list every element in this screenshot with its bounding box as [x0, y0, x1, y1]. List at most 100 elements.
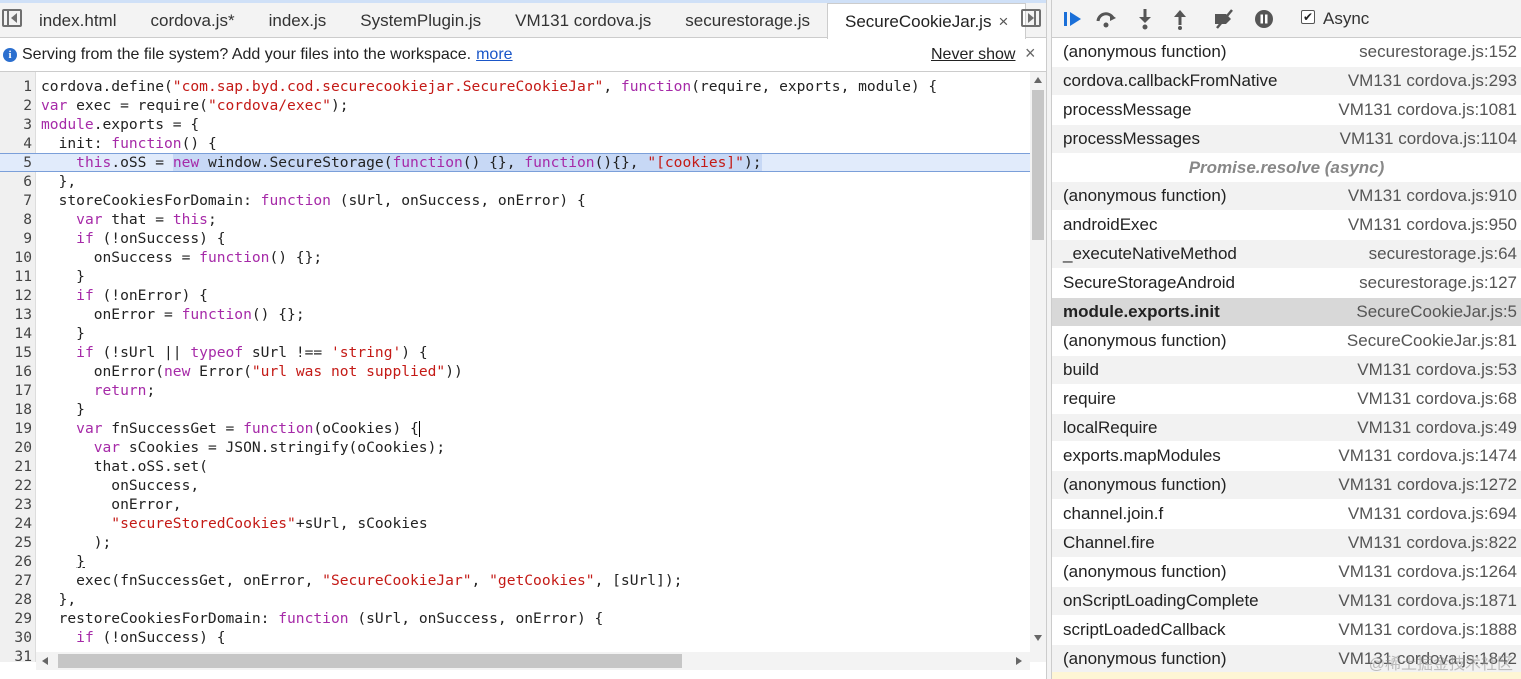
scroll-right-icon[interactable] — [1016, 657, 1022, 665]
more-link[interactable]: more — [476, 46, 512, 63]
line-number[interactable]: 23 — [0, 495, 32, 514]
line-number[interactable]: 30 — [0, 628, 32, 647]
frame-location[interactable]: VM131 cordova.js:1272 — [1338, 471, 1517, 500]
call-frame[interactable]: require VM131 cordova.js:68 — [1052, 385, 1521, 414]
code-line[interactable]: 22 onSuccess, — [0, 476, 1030, 495]
frame-location[interactable]: SecureCookieJar.js:81 — [1347, 327, 1517, 356]
call-frame[interactable]: channel.join.f VM131 cordova.js:694 — [1052, 500, 1521, 530]
call-frame[interactable]: SecureStorageAndroid securestorage.js:127 — [1052, 269, 1521, 299]
line-number[interactable]: 25 — [0, 533, 32, 552]
tab-0[interactable]: index.html — [22, 3, 133, 38]
call-frame[interactable]: (anonymous function) VM131 cordova.js:910 — [1052, 182, 1521, 212]
line-number[interactable]: 1 — [0, 77, 32, 96]
code-line[interactable]: 30 if (!onSuccess) { — [0, 628, 1030, 647]
code-line[interactable]: 16 onError(new Error("url was not suppli… — [0, 362, 1030, 381]
line-number[interactable]: 22 — [0, 476, 32, 495]
line-number[interactable]: 17 — [0, 381, 32, 400]
frame-location[interactable]: VM131 cordova.js:1104 — [1340, 125, 1517, 154]
code-line[interactable]: 10 onSuccess = function() {}; — [0, 248, 1030, 267]
code-line[interactable]: 14 } — [0, 324, 1030, 343]
line-number[interactable]: 20 — [0, 438, 32, 457]
step-into-icon[interactable] — [1134, 8, 1156, 30]
scroll-down-icon[interactable] — [1034, 635, 1042, 641]
line-number[interactable]: 3 — [0, 115, 32, 134]
code-line[interactable]: 3 module.exports = { — [0, 115, 1030, 134]
line-number[interactable]: 26 — [0, 552, 32, 571]
code-line[interactable]: 2 var exec = require("cordova/exec"); — [0, 96, 1030, 115]
call-frame[interactable]: (anonymous function) VM131 cordova.js:127… — [1052, 471, 1521, 501]
call-frame[interactable]: androidExec VM131 cordova.js:950 — [1052, 211, 1521, 241]
code-line[interactable]: 17 return; — [0, 381, 1030, 400]
call-frame[interactable]: (anonymous function) SecureCookieJar.js:8… — [1052, 327, 1521, 356]
line-number[interactable]: 13 — [0, 305, 32, 324]
async-checkbox[interactable]: ✔ — [1301, 10, 1315, 24]
line-number[interactable]: 18 — [0, 400, 32, 419]
line-number[interactable]: 12 — [0, 286, 32, 305]
horizontal-scrollbar[interactable] — [36, 652, 1030, 670]
frame-location[interactable]: VM131 cordova.js:1474 — [1338, 442, 1517, 471]
step-over-icon[interactable] — [1095, 8, 1117, 30]
line-number[interactable]: 9 — [0, 229, 32, 248]
never-show-link[interactable]: Never show — [931, 46, 1015, 64]
hscroll-thumb[interactable] — [58, 654, 682, 668]
frame-location[interactable]: VM131 cordova.js:910 — [1348, 182, 1517, 211]
frame-location[interactable]: securestorage.js:127 — [1359, 269, 1517, 298]
code-line[interactable]: 6 }, — [0, 172, 1030, 191]
scroll-up-icon[interactable] — [1034, 77, 1042, 83]
frame-location[interactable]: VM131 cordova.js:1081 — [1338, 96, 1517, 125]
line-number[interactable]: 6 — [0, 172, 32, 191]
code-line[interactable]: 13 onError = function() {}; — [0, 305, 1030, 324]
frame-location[interactable]: VM131 cordova.js:694 — [1348, 500, 1517, 529]
code-line[interactable]: 25 ); — [0, 533, 1030, 552]
frame-location[interactable]: VM131 cordova.js:49 — [1357, 414, 1517, 443]
tab-5[interactable]: securestorage.js — [668, 3, 827, 38]
call-frame[interactable]: scriptLoadedCallback VM131 cordova.js:188… — [1052, 616, 1521, 645]
code-line[interactable]: 28 }, — [0, 590, 1030, 609]
tab-3[interactable]: SystemPlugin.js — [343, 3, 498, 38]
frame-location[interactable]: VM131 cordova.js:68 — [1357, 385, 1517, 414]
frame-location[interactable]: VM131 cordova.js:1264 — [1338, 558, 1517, 587]
scroll-left-icon[interactable] — [42, 657, 48, 665]
line-number[interactable]: 4 — [0, 134, 32, 153]
code-line[interactable]: 12 if (!onError) { — [0, 286, 1030, 305]
code-line[interactable]: 27 exec(fnSuccessGet, onError, "SecureCo… — [0, 571, 1030, 590]
tab-4[interactable]: VM131 cordova.js — [498, 3, 668, 38]
code-line[interactable]: 29 restoreCookiesForDomain: function (sU… — [0, 609, 1030, 628]
code-line[interactable]: 20 var sCookies = JSON.stringify(oCookie… — [0, 438, 1030, 457]
frame-location[interactable]: VM131 cordova.js:53 — [1357, 356, 1517, 385]
line-number[interactable]: 28 — [0, 590, 32, 609]
line-number[interactable]: 5 — [0, 154, 32, 171]
line-number[interactable]: 2 — [0, 96, 32, 115]
code-line[interactable]: 18 } — [0, 400, 1030, 419]
code-line[interactable]: 21 that.oSS.set( — [0, 457, 1030, 476]
frame-location[interactable]: VM131 cordova.js:1871 — [1338, 587, 1517, 616]
call-frame[interactable]: exports.mapModules VM131 cordova.js:1474 — [1052, 442, 1521, 472]
code-line[interactable]: 8 var that = this; — [0, 210, 1030, 229]
line-number[interactable]: 27 — [0, 571, 32, 590]
code-line[interactable]: 26 } — [0, 552, 1030, 571]
call-frame[interactable]: Channel.fire VM131 cordova.js:822 — [1052, 529, 1521, 559]
call-frame[interactable]: localRequire VM131 cordova.js:49 — [1052, 413, 1521, 443]
line-number[interactable]: 19 — [0, 419, 32, 438]
vertical-scrollbar[interactable] — [1030, 72, 1046, 662]
call-frame[interactable]: module.exports.init SecureCookieJar.js:5 — [1052, 298, 1521, 327]
code-line[interactable]: 24 "secureStoredCookies"+sUrl, sCookies — [0, 514, 1030, 533]
frame-location[interactable]: securestorage.js:64 — [1369, 240, 1517, 269]
line-number[interactable]: 14 — [0, 324, 32, 343]
deactivate-breakpoints-icon[interactable] — [1213, 8, 1235, 30]
call-frame[interactable]: build VM131 cordova.js:53 — [1052, 355, 1521, 385]
close-icon[interactable]: × — [1025, 43, 1036, 64]
code-line[interactable]: 11 } — [0, 267, 1030, 286]
frame-location[interactable]: VM131 cordova.js:950 — [1348, 211, 1517, 240]
toggle-debugger-icon[interactable] — [1021, 9, 1041, 27]
code-line[interactable]: 1 cordova.define("com.sap.byd.cod.securec… — [0, 77, 1030, 96]
code-line[interactable]: 9 if (!onSuccess) { — [0, 229, 1030, 248]
line-number[interactable]: 8 — [0, 210, 32, 229]
scroll-thumb[interactable] — [1032, 90, 1044, 240]
line-number[interactable]: 24 — [0, 514, 32, 533]
code-line[interactable]: 7 storeCookiesForDomain: function (sUrl,… — [0, 191, 1030, 210]
step-out-icon[interactable] — [1169, 8, 1191, 30]
line-number[interactable]: 31 — [0, 647, 32, 666]
tab-2[interactable]: index.js — [252, 3, 344, 38]
frame-location[interactable]: VM131 cordova.js:293 — [1348, 67, 1517, 96]
